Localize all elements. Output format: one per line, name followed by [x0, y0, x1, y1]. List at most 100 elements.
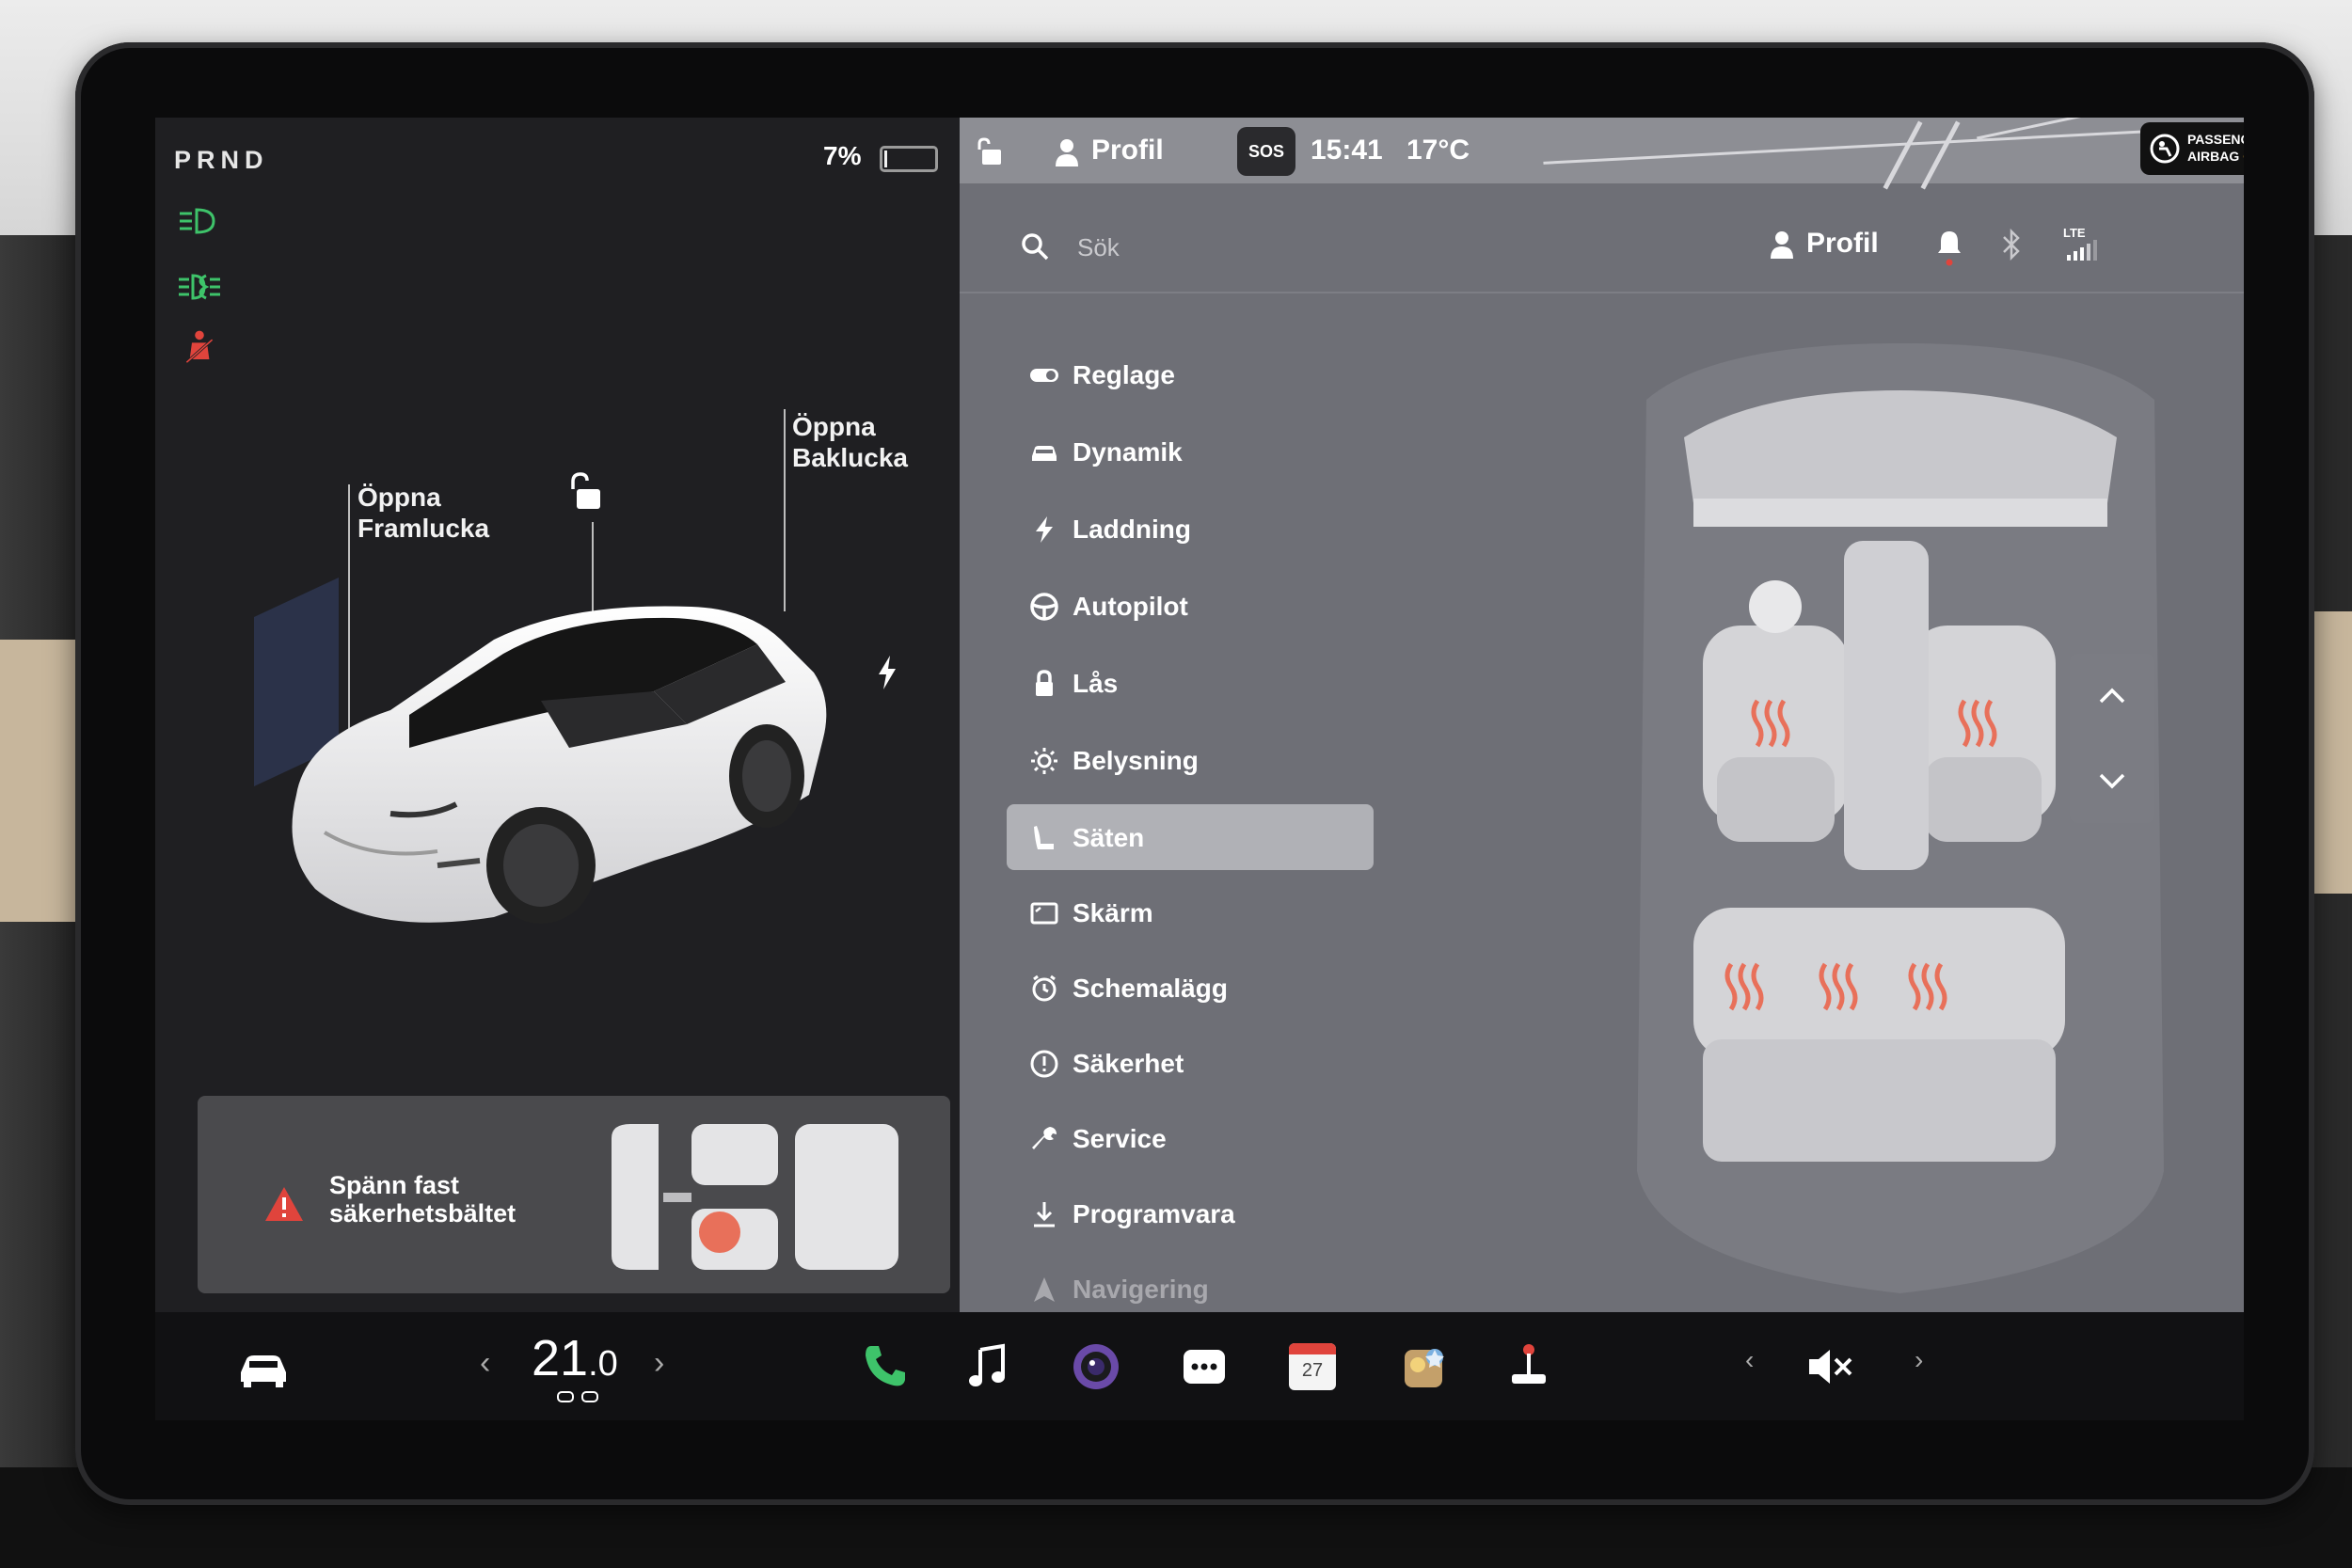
navigation-icon [1034, 1277, 1055, 1302]
lte-label: LTE [2063, 226, 2086, 240]
phone-icon[interactable] [856, 1338, 913, 1395]
top-profile-button[interactable]: Profil [1091, 135, 1164, 166]
map-road [1543, 126, 2220, 165]
temp-decrease-button[interactable]: ‹ [480, 1345, 490, 1382]
clock-icon [1032, 974, 1057, 1002]
profile-icon [1056, 139, 1078, 166]
header-profile-button[interactable]: Profil [1806, 228, 1879, 260]
battery-percent: 7% [823, 141, 862, 170]
bottom-dock: ‹ 21.0 › 27 ‹ › [155, 1312, 2244, 1420]
cabin-temp-dec: .0 [588, 1344, 618, 1384]
volume-next-button[interactable]: › [1915, 1345, 1923, 1375]
menu-item-programvara[interactable]: Programvara [1007, 1182, 1374, 1244]
chevron-down-icon[interactable] [2097, 771, 2127, 790]
wrench-icon [1032, 1127, 1057, 1149]
steering-wheel-icon [1030, 593, 1058, 621]
car-icon [1032, 446, 1057, 461]
map-road [1883, 120, 1923, 190]
menu-item-belysning[interactable]: Belysning [1007, 729, 1374, 791]
settings-panel: Profil SOS 15:41 17°C PASSENGER AIRBAG O… [960, 118, 2244, 1312]
menu-label: Lås [1073, 669, 1119, 698]
vehicle-panel: PRND 7% Öppna Framlucka Öppna Baklucka S… [155, 118, 960, 1312]
chevron-up-icon[interactable] [2097, 687, 2127, 705]
menu-item-reglage[interactable]: Reglage [1007, 343, 1374, 405]
rear-bench[interactable] [1693, 908, 2065, 1162]
menu-item-laddning[interactable]: Laddning [1007, 498, 1374, 560]
passenger-airbag-status: PASSENGER AIRBAG ON [2140, 122, 2244, 175]
menu-label: Autopilot [1073, 592, 1188, 621]
fog-light-icon [179, 274, 220, 300]
touchscreen: PRND 7% Öppna Framlucka Öppna Baklucka S… [155, 118, 2244, 1420]
airbag-icon [2150, 134, 2180, 164]
toggle-icon [1030, 369, 1058, 382]
calendar-header [1289, 1343, 1336, 1354]
menu-label: Skärm [1073, 898, 1153, 927]
menu-item-schemalagg[interactable]: Schemalägg [1007, 957, 1374, 1019]
battery-fill [884, 150, 887, 167]
search-input[interactable]: Sök [1077, 233, 1120, 262]
menu-item-service[interactable]: Service [1007, 1107, 1374, 1169]
download-icon [1034, 1202, 1055, 1227]
signal-strength-icon [2067, 240, 2097, 261]
menu-label: Säkerhet [1073, 1049, 1184, 1078]
menu-label: Service [1073, 1124, 1167, 1153]
menu-label: Navigering [1073, 1275, 1209, 1304]
search-icon[interactable] [1021, 232, 1049, 261]
unlock-small-icon[interactable] [974, 136, 1004, 168]
sun-icon [1031, 748, 1057, 774]
seatbelt-warning-icon [185, 330, 214, 364]
outside-temperature: 17°C [1406, 135, 1470, 166]
seat-heater-status-icon [557, 1391, 598, 1402]
settings-header: Sök Profil LTE [960, 198, 2244, 293]
menu-item-dynamik[interactable]: Dynamik [1007, 420, 1374, 483]
map-road [1920, 120, 1961, 190]
menu-item-sakerhet[interactable]: Säkerhet [1007, 1032, 1374, 1094]
calendar-icon[interactable]: 27 [1289, 1343, 1336, 1390]
menu-label: Reglage [1073, 360, 1175, 389]
menu-item-navigering[interactable]: Navigering [1007, 1258, 1374, 1320]
battery-icon [880, 146, 938, 172]
seatbelt-alert-card[interactable]: Spänn fast säkerhetsbältet [198, 1096, 950, 1293]
profile-icon [1771, 231, 1793, 259]
open-frunk-button[interactable]: Öppna Framlucka [358, 482, 489, 544]
clock: 15:41 [1311, 135, 1383, 166]
joystick-icon[interactable] [1501, 1338, 1557, 1395]
car-model-3d[interactable] [259, 550, 880, 945]
airbag-state: ON [2243, 149, 2244, 164]
seat-scroll-control [2070, 654, 2154, 823]
unlock-icon[interactable] [564, 470, 604, 514]
menu-item-las[interactable]: Lås [1007, 652, 1374, 714]
camera-icon[interactable] [1068, 1338, 1124, 1395]
seat-icon [1034, 826, 1054, 849]
lightning-icon [1036, 516, 1053, 543]
airbag-line2: AIRBAG [2187, 149, 2240, 164]
temp-increase-button[interactable]: › [654, 1345, 664, 1382]
menu-label: Programvara [1073, 1199, 1235, 1228]
airbag-line1: PASSENGER [2187, 132, 2244, 147]
volume-muted-icon[interactable] [1802, 1338, 1858, 1395]
car-controls-icon[interactable] [235, 1338, 292, 1395]
volume-prev-button[interactable]: ‹ [1745, 1345, 1754, 1375]
headlight-icon [180, 208, 215, 234]
sos-button[interactable]: SOS [1237, 127, 1295, 176]
menu-item-autopilot[interactable]: Autopilot [1007, 575, 1374, 637]
toybox-icon[interactable] [1397, 1338, 1454, 1395]
music-icon[interactable] [960, 1338, 1016, 1395]
calendar-day: 27 [1301, 1360, 1324, 1381]
center-console [1844, 541, 1929, 870]
cabin-temperature[interactable]: 21.0 [532, 1329, 618, 1387]
menu-label: Schemalägg [1073, 974, 1228, 1003]
menu-label: Säten [1073, 823, 1145, 852]
open-trunk-button[interactable]: Öppna Baklucka [792, 411, 908, 473]
seatbelt-alert-text: Spänn fast säkerhetsbältet [329, 1171, 516, 1227]
menu-label: Belysning [1073, 746, 1199, 775]
lock-icon [1036, 670, 1053, 696]
menu-item-skarm[interactable]: Skärm [1007, 881, 1374, 943]
cabin-temp-int: 21 [532, 1330, 589, 1386]
warning-triangle-icon [265, 1187, 303, 1221]
menu-item-saten[interactable]: Säten [1007, 804, 1374, 870]
bluetooth-icon[interactable] [1999, 229, 2024, 261]
warning-circle-icon [1030, 1050, 1058, 1078]
more-apps-icon[interactable] [1176, 1338, 1232, 1395]
bell-icon[interactable] [1936, 229, 1963, 266]
